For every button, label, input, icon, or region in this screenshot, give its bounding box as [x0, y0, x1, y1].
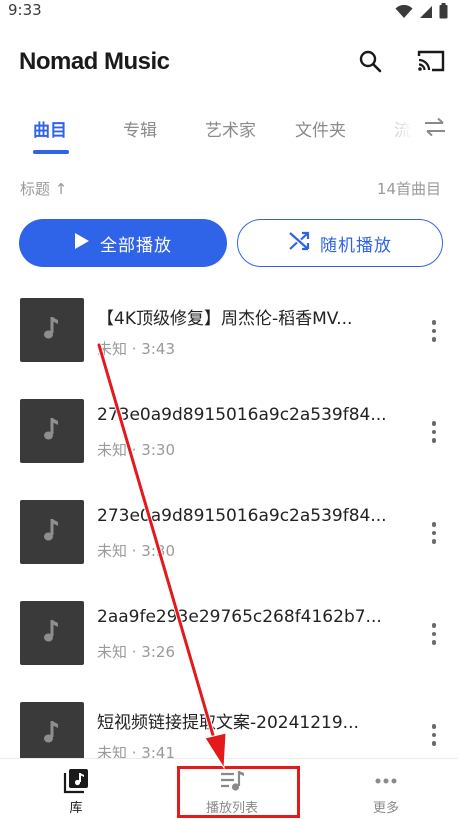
album-cover: [20, 500, 84, 564]
battery-icon: [439, 3, 448, 23]
song-row[interactable]: 【4K顶级修复】周杰伦-稻香MV... 未知 · 3:43: [0, 290, 458, 390]
song-meta: 未知 · 3:30: [97, 542, 175, 560]
song-row[interactable]: 273e0a9d8915016a9c2a539f84... 未知 · 3:30: [0, 492, 458, 592]
category-tabs: 曲目 专辑 艺术家 文件夹 流: [0, 110, 458, 156]
more-horizontal-icon: [372, 767, 400, 795]
song-meta: 未知 · 3:43: [97, 340, 175, 358]
song-more-button[interactable]: [422, 619, 446, 649]
song-row[interactable]: 短视频链接提取文案-20241219... 未知 · 3:41: [0, 694, 458, 758]
nav-more[interactable]: 更多: [346, 767, 426, 817]
play-icon: [74, 232, 90, 255]
status-time: 9:33: [8, 1, 42, 19]
highlight-box: [177, 766, 300, 818]
nav-more-label: 更多: [372, 801, 399, 816]
song-more-button[interactable]: [422, 417, 446, 447]
album-cover: [20, 702, 84, 758]
search-icon: [358, 49, 382, 77]
song-more-button[interactable]: [422, 316, 446, 346]
album-cover: [20, 601, 84, 665]
album-cover: [20, 298, 84, 362]
tab-indicator: [33, 150, 69, 154]
sort-by-title-button[interactable]: 标题 ↑: [20, 178, 67, 199]
status-icons: [395, 3, 448, 23]
song-title: 短视频链接提取文案-20241219...: [97, 713, 359, 733]
sort-row: 标题 ↑ 14首曲目: [0, 177, 458, 201]
album-cover: [20, 399, 84, 463]
music-note-icon: [42, 416, 62, 446]
song-row[interactable]: 2aa9fe293e29765c268f4162b7... 未知 · 3:26: [0, 593, 458, 693]
song-title: 【4K顶级修复】周杰伦-稻香MV...: [97, 309, 353, 329]
tab-switch-button[interactable]: [420, 114, 450, 144]
music-note-icon: [42, 517, 62, 547]
nav-library-label: 库: [69, 801, 83, 816]
shuffle-label: 随机播放: [320, 235, 392, 256]
song-title: 273e0a9d8915016a9c2a539f84...: [97, 506, 387, 526]
cast-button[interactable]: [416, 48, 446, 78]
signal-icon: [419, 4, 433, 23]
shuffle-button[interactable]: 随机播放: [237, 219, 443, 267]
tab-folders[interactable]: 文件夹: [295, 116, 346, 141]
song-title: 273e0a9d8915016a9c2a539f84...: [97, 405, 387, 425]
track-count: 14首曲目: [376, 180, 441, 198]
tab-albums[interactable]: 专辑: [123, 116, 157, 141]
song-more-button[interactable]: [422, 720, 446, 750]
app-header: Nomad Music: [0, 40, 458, 86]
shuffle-icon: [288, 231, 310, 256]
nav-library[interactable]: 库: [36, 767, 116, 817]
status-bar: 9:33: [0, 0, 458, 24]
tab-fade: [370, 110, 420, 150]
song-meta: 未知 · 3:41: [97, 744, 175, 758]
music-note-icon: [42, 315, 62, 345]
search-button[interactable]: [355, 48, 385, 78]
play-all-label: 全部播放: [100, 235, 172, 256]
song-more-button[interactable]: [422, 518, 446, 548]
song-title: 2aa9fe293e29765c268f4162b7...: [97, 607, 382, 627]
song-row[interactable]: 273e0a9d8915016a9c2a539f84... 未知 · 3:30: [0, 391, 458, 491]
tab-artists[interactable]: 艺术家: [205, 116, 256, 141]
wifi-icon: [395, 4, 413, 23]
song-meta: 未知 · 3:30: [97, 441, 175, 459]
swap-icon: [423, 117, 447, 141]
app-title: Nomad Music: [19, 48, 170, 75]
cast-icon: [416, 49, 446, 77]
music-note-icon: [42, 719, 62, 749]
play-all-button[interactable]: 全部播放: [19, 219, 227, 267]
music-note-icon: [42, 618, 62, 648]
song-meta: 未知 · 3:26: [97, 643, 175, 661]
library-icon: [62, 767, 90, 795]
tab-tracks[interactable]: 曲目: [33, 116, 67, 141]
song-list: 【4K顶级修复】周杰伦-稻香MV... 未知 · 3:43 273e0a9d89…: [0, 290, 458, 758]
